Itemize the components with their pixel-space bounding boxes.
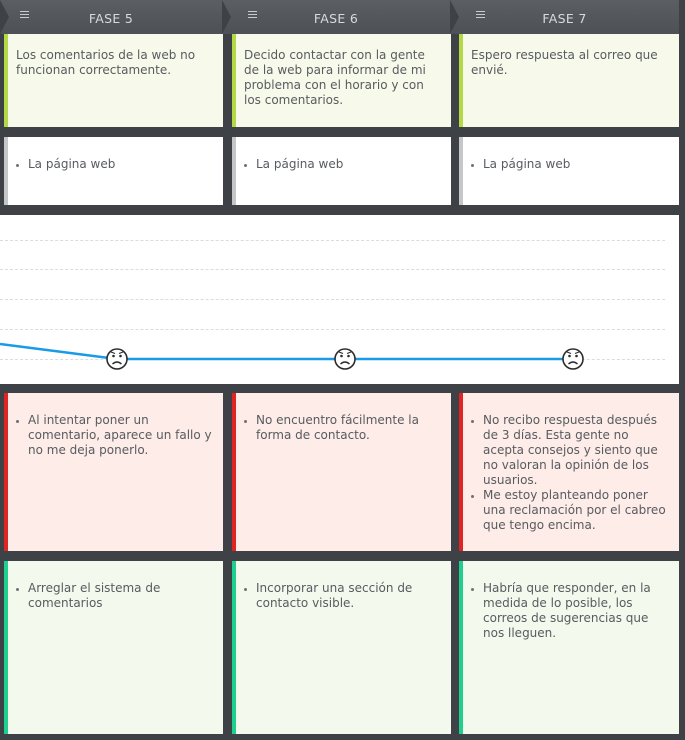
card-accent-bar [459,393,463,551]
card-accent-bar [459,137,463,205]
phase-title: FASE 6 [313,11,359,26]
phase-description-card[interactable]: Decido contactar con la gente de la web … [232,34,451,127]
emotion-curve-panel [0,215,679,384]
phase-description-card[interactable]: Espero respuesta al correo que envié. [459,34,679,127]
opportunity-item: Habría que responder, en la medida de lo… [483,581,671,641]
card-accent-bar [4,137,8,205]
phase-description: Espero respuesta al correo que envié. [471,48,658,77]
card-accent-bar [4,393,8,551]
pain-point-item: Me estoy planteando poner una reclamació… [483,488,671,533]
card-accent-bar [232,561,236,734]
card-accent-bar [459,561,463,734]
sad-face-icon [106,348,128,370]
sad-face-icon [562,348,584,370]
pain-point-card[interactable]: No recibo respuesta después de 3 días. E… [459,393,679,551]
phase-description: Los comentarios de la web no funcionan c… [16,48,196,77]
emotion-curve-svg [0,342,584,370]
phase-title: FASE 5 [88,11,134,26]
channel-item: La página web [256,157,443,172]
opportunity-card[interactable]: Habría que responder, en la medida de lo… [459,561,679,734]
phase-header-7[interactable]: FASE 7 [450,0,679,34]
phase-header-5[interactable]: FASE 5 [0,0,222,34]
pain-point-card[interactable]: No encuentro fácilmente la forma de cont… [232,393,451,551]
card-accent-bar [232,34,236,127]
phase-header-6[interactable]: FASE 6 [222,0,450,34]
opportunity-item: Arreglar el sistema de comentarios [28,581,215,611]
opportunity-card[interactable]: Incorporar una sección de contacto visib… [232,561,451,734]
pain-point-item: Al intentar poner un comentario, aparece… [28,413,215,458]
emotion-line-segment [0,342,118,361]
sad-face-icon [334,348,356,370]
card-accent-bar [232,393,236,551]
phase-description: Decido contactar con la gente de la web … [244,48,426,107]
card-accent-bar [232,137,236,205]
card-accent-bar [4,34,8,127]
channel-card[interactable]: La página web [459,137,679,205]
channel-item: La página web [28,157,215,172]
phase-description-card[interactable]: Los comentarios de la web no funcionan c… [4,34,223,127]
opportunity-item: Incorporar una sección de contacto visib… [256,581,443,611]
pain-point-card[interactable]: Al intentar poner un comentario, aparece… [4,393,223,551]
channel-item: La página web [483,157,671,172]
opportunity-card[interactable]: Arreglar el sistema de comentarios [4,561,223,734]
channel-card[interactable]: La página web [4,137,223,205]
pain-point-item: No encuentro fácilmente la forma de cont… [256,413,443,443]
channel-card[interactable]: La página web [232,137,451,205]
card-accent-bar [4,561,8,734]
phase-title: FASE 7 [542,11,587,26]
card-accent-bar [459,34,463,127]
pain-point-item: No recibo respuesta después de 3 días. E… [483,413,671,488]
